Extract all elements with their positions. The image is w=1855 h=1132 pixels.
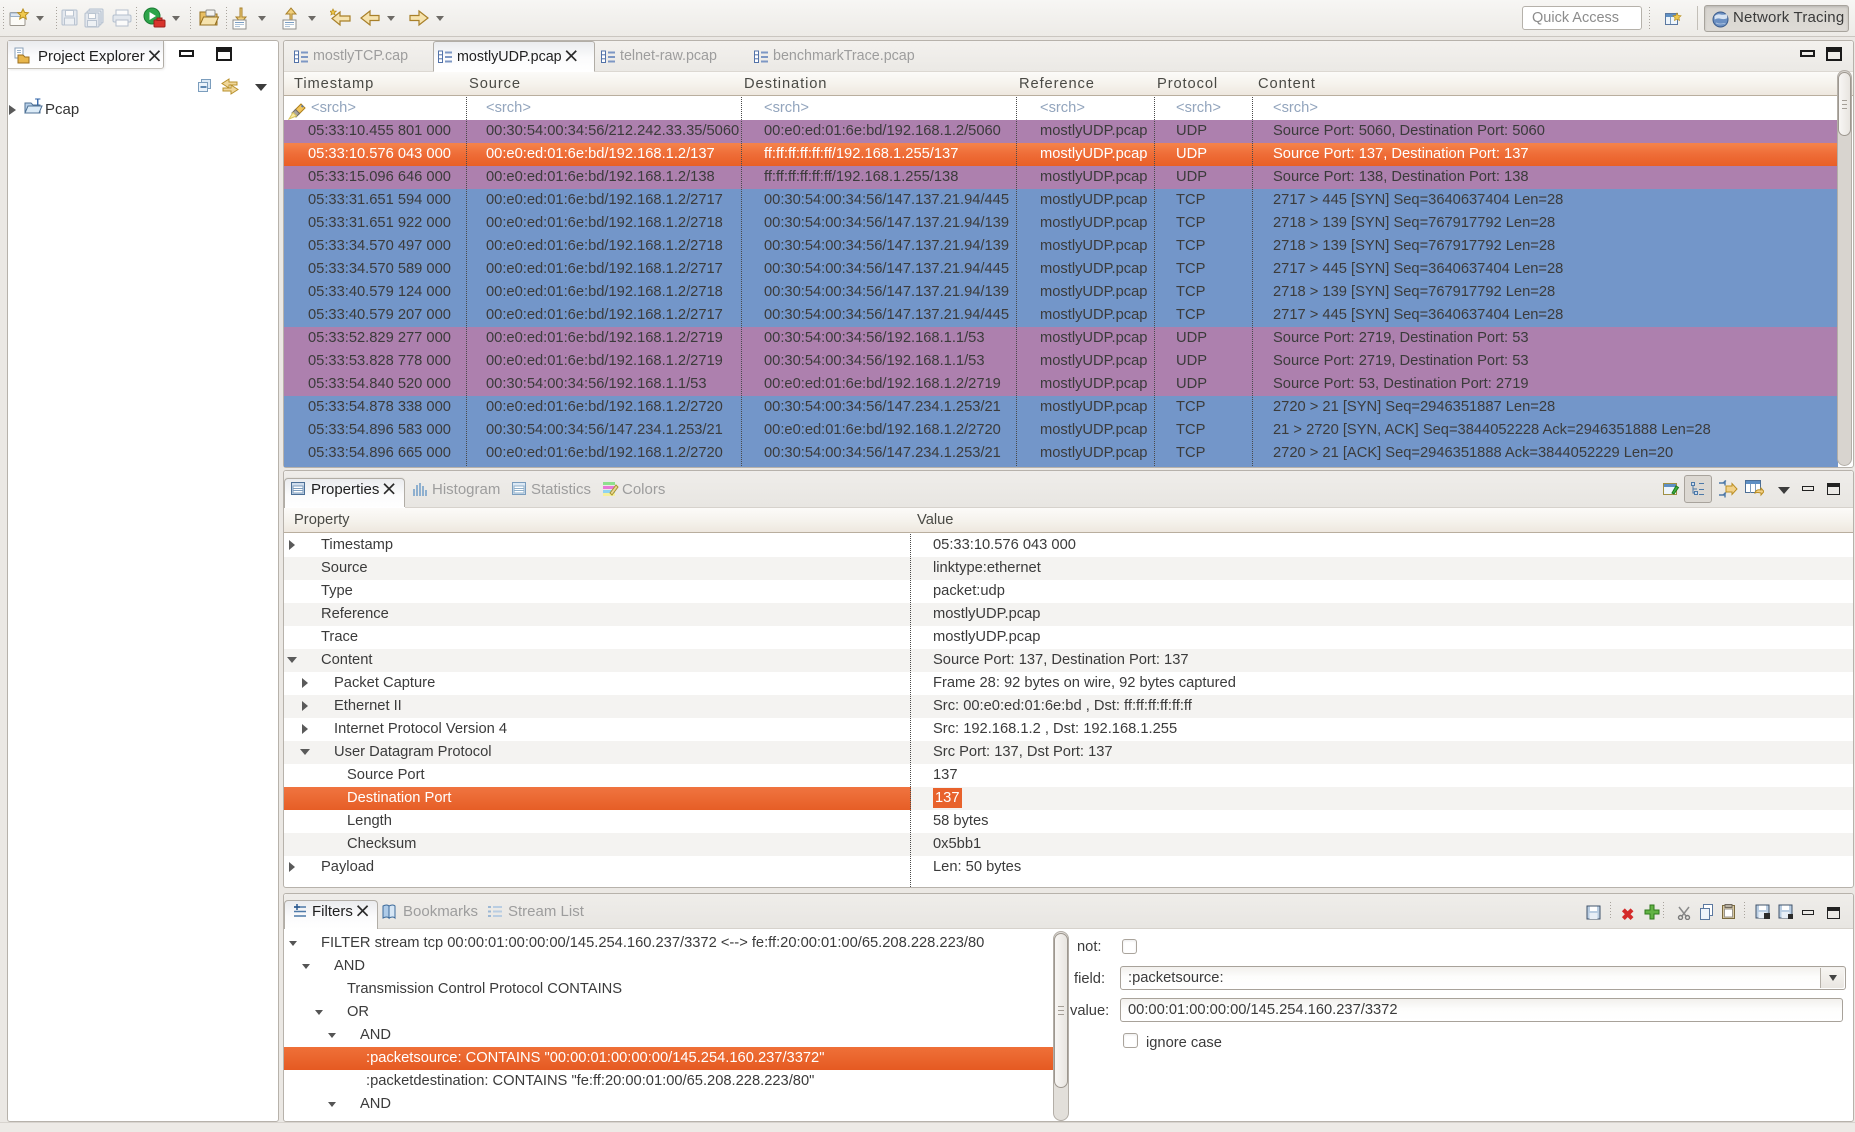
svg-text:T: T <box>35 98 41 107</box>
